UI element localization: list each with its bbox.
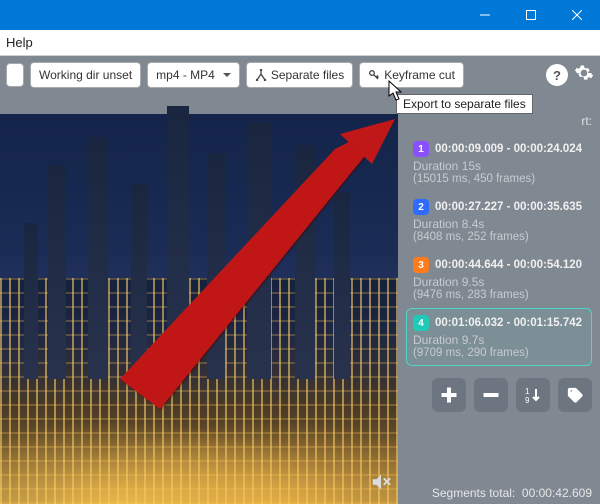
segment-badge: 2 [413,199,429,215]
segment-actions: 19 [406,378,592,412]
segment-frames: (15015 ms, 450 frames) [413,173,585,185]
close-button[interactable] [554,0,600,30]
tag-segments-button[interactable] [558,378,592,412]
segment-duration: Duration 15s [413,159,585,173]
gear-icon [574,63,594,83]
segment-frames: (9476 ms, 283 frames) [413,289,585,301]
format-select[interactable]: mp4 - MP4 [147,62,240,88]
tooltip: Export to separate files [396,94,533,114]
remove-segment-button[interactable] [474,378,508,412]
segment-item[interactable]: 4 00:01:06.032 - 00:01:15.742 Duration 9.7… [406,308,592,366]
segment-range: 00:00:09.009 - 00:00:24.024 [435,143,582,155]
minimize-button[interactable] [462,0,508,30]
segment-duration: Duration 9.7s [413,333,585,347]
menu-help[interactable]: Help [6,35,33,50]
segment-frames: (9709 ms, 290 frames) [413,347,585,359]
working-dir-button[interactable]: Working dir unset [30,62,141,88]
segment-frames: (8408 ms, 252 frames) [413,231,585,243]
segment-range: 00:01:06.032 - 00:01:15.742 [435,317,582,329]
add-segment-button[interactable] [432,378,466,412]
settings-button[interactable] [574,63,594,88]
segments-total-label: Segments total: [432,486,515,500]
key-icon [368,69,380,81]
mute-icon[interactable] [370,471,392,498]
truncated-text: rt: [581,114,592,128]
video-preview[interactable] [0,114,398,504]
segments-total: Segments total: 00:00:42.609 [432,486,592,500]
separate-files-label: Separate files [271,68,344,82]
segment-duration: Duration 9.5s [413,275,585,289]
window-titlebar [0,0,600,30]
toolbar: Working dir unset mp4 - MP4 Separate fil… [0,56,600,94]
segment-range: 00:00:44.644 - 00:00:54.120 [435,259,582,271]
segments-total-value: 00:00:42.609 [522,486,592,500]
segment-badge: 1 [413,141,429,157]
main-area: Export to separate files rt: 1 00:00:09.0… [0,94,600,504]
segments-panel: Export to separate files rt: 1 00:00:09.0… [398,94,600,504]
sort-segments-button[interactable]: 19 [516,378,550,412]
menubar: Help [0,30,600,56]
toolbar-leading-box[interactable] [6,63,24,87]
keyframe-cut-button[interactable]: Keyframe cut [359,62,464,88]
keyframe-cut-label: Keyframe cut [384,68,455,82]
segment-item[interactable]: 2 00:00:27.227 - 00:00:35.635 Duration 8.4… [406,192,592,250]
svg-text:9: 9 [525,396,530,404]
help-button[interactable]: ? [546,64,568,86]
segment-item[interactable]: 3 00:00:44.644 - 00:00:54.120 Duration 9.5… [406,250,592,308]
segment-duration: Duration 8.4s [413,217,585,231]
maximize-button[interactable] [508,0,554,30]
segment-badge: 3 [413,257,429,273]
split-icon [255,69,267,81]
segment-badge: 4 [413,315,429,331]
svg-text:1: 1 [525,387,530,396]
separate-files-button[interactable]: Separate files [246,62,353,88]
segment-item[interactable]: 1 00:00:09.009 - 00:00:24.024 Duration 15s… [406,134,592,192]
segment-range: 00:00:27.227 - 00:00:35.635 [435,201,582,213]
